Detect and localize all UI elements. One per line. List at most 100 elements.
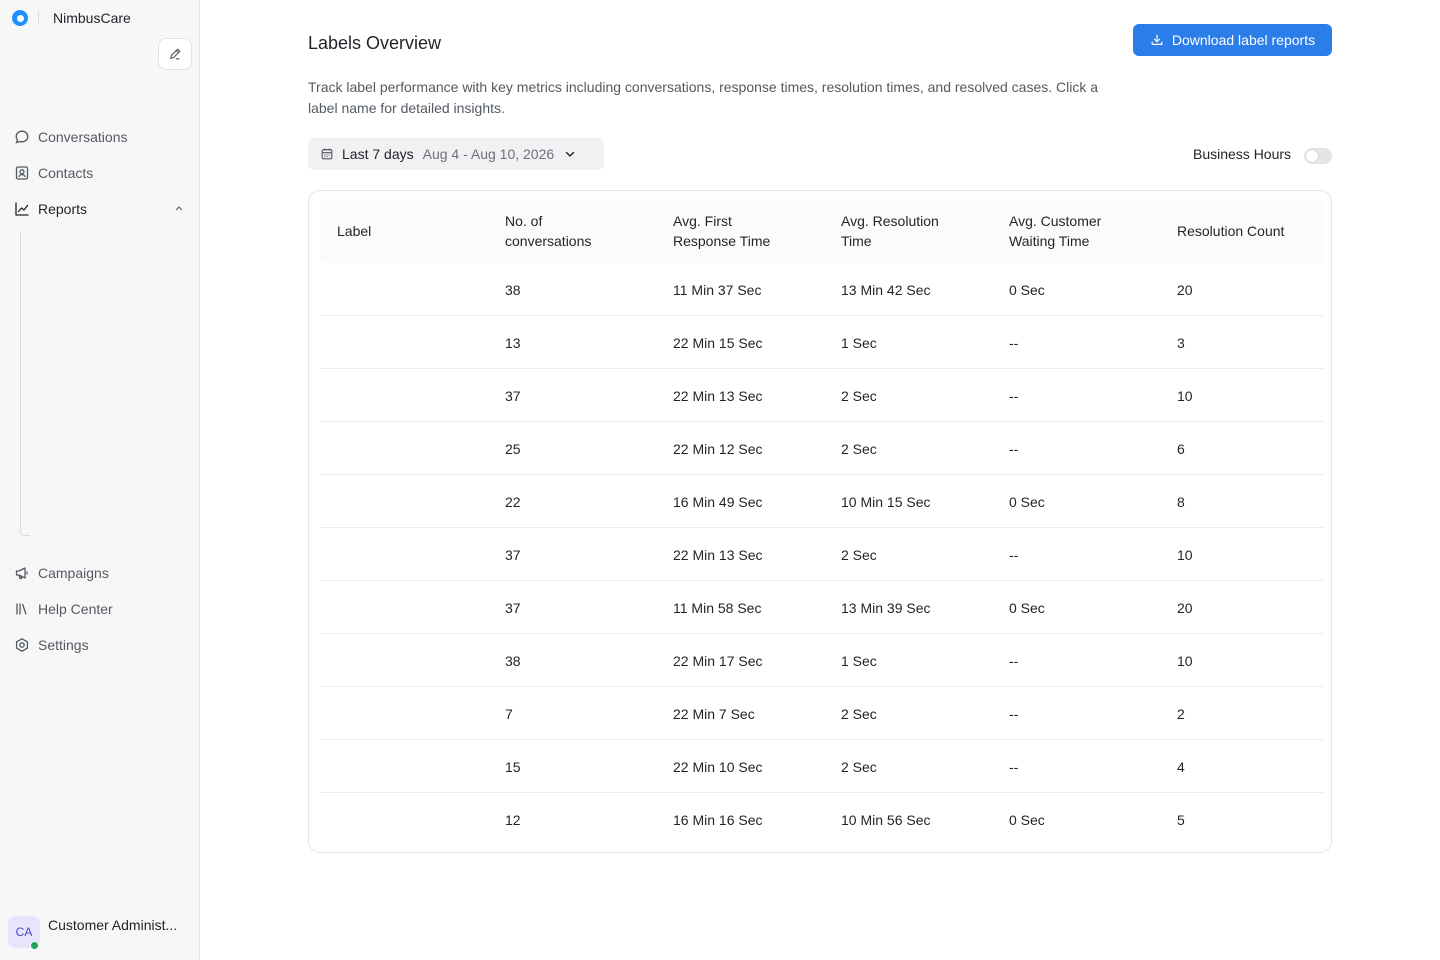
cell-resolution-time: 10 Min 15 Sec (841, 494, 931, 510)
table-row[interactable]: 37 11 Min 58 Sec 13 Min 39 Sec 0 Sec 20 (320, 581, 1324, 634)
cell-resolution-time: 2 Sec (841, 706, 877, 722)
labels-table: Label No. of conversations Avg. First Resp… (308, 190, 1332, 853)
column-header-label[interactable]: Label (337, 221, 371, 241)
compose-button[interactable] (158, 38, 192, 70)
cell-waiting-time: 0 Sec (1009, 282, 1045, 298)
cell-waiting-time: -- (1009, 653, 1019, 669)
chat-bubble-icon (14, 129, 30, 145)
sidebar-item-conversations[interactable]: Conversations (14, 127, 128, 147)
cell-conversations: 37 (505, 388, 521, 404)
sidebar-item-contacts[interactable]: Contacts (14, 163, 93, 183)
cell-waiting-time: -- (1009, 441, 1019, 457)
table-row[interactable]: 15 22 Min 10 Sec 2 Sec -- 4 (320, 740, 1324, 793)
table-row[interactable]: 38 22 Min 17 Sec 1 Sec -- 10 (320, 634, 1324, 687)
cell-waiting-time: 0 Sec (1009, 600, 1045, 616)
cell-conversations: 37 (505, 547, 521, 563)
cell-first-response: 22 Min 17 Sec (673, 653, 763, 669)
page-description: Track label performance with key metrics… (308, 79, 1099, 116)
cell-first-response: 11 Min 58 Sec (673, 600, 762, 616)
download-label-reports-button[interactable]: Download label reports (1133, 24, 1332, 56)
cell-waiting-time: 0 Sec (1009, 494, 1045, 510)
cell-resolution-time: 1 Sec (841, 335, 877, 351)
cell-resolution-time: 2 Sec (841, 759, 877, 775)
table-row[interactable]: 22 16 Min 49 Sec 10 Min 15 Sec 0 Sec 8 (320, 475, 1324, 528)
user-menu[interactable]: CA Customer Administ... (8, 916, 178, 950)
reports-subnav-tree (20, 232, 30, 536)
table-row[interactable]: 13 22 Min 15 Sec 1 Sec -- 3 (320, 316, 1324, 369)
cell-conversations: 25 (505, 441, 521, 457)
library-icon (14, 601, 30, 617)
business-hours-toggle[interactable] (1304, 148, 1332, 164)
sidebar-item-label: Conversations (38, 129, 128, 145)
sidebar-item-reports[interactable]: Reports (14, 199, 87, 219)
sidebar-item-settings[interactable]: Settings (14, 635, 89, 655)
cell-conversations: 22 (505, 494, 521, 510)
cell-resolution-count: 20 (1177, 600, 1193, 616)
pencil-icon (170, 48, 181, 60)
column-header-first-response[interactable]: Avg. First Response Time (673, 211, 770, 251)
cell-waiting-time: -- (1009, 759, 1019, 775)
table-row[interactable]: 38 11 Min 37 Sec 13 Min 42 Sec 0 Sec 20 (320, 263, 1324, 316)
cell-first-response: 22 Min 10 Sec (673, 759, 763, 775)
table-row[interactable]: 37 22 Min 13 Sec 2 Sec -- 10 (320, 369, 1324, 422)
cell-waiting-time: -- (1009, 388, 1019, 404)
cell-conversations: 38 (505, 282, 521, 298)
cell-first-response: 22 Min 15 Sec (673, 335, 763, 351)
contact-card-icon (14, 165, 30, 181)
table-header: Label No. of conversations Avg. First Resp… (320, 199, 1324, 263)
brand-logo-icon (12, 10, 28, 26)
cell-resolution-count: 2 (1177, 706, 1185, 722)
cell-first-response: 22 Min 7 Sec (673, 706, 755, 722)
brand-name: NimbusCare (53, 10, 131, 26)
table-row[interactable]: 25 22 Min 12 Sec 2 Sec -- 6 (320, 422, 1324, 475)
column-header-conversations[interactable]: No. of conversations (505, 211, 591, 251)
avatar: CA (8, 916, 40, 950)
cell-resolution-time: 2 Sec (841, 388, 877, 404)
column-header-waiting-time[interactable]: Avg. Customer Waiting Time (1009, 211, 1101, 251)
sidebar-item-label: Settings (38, 637, 89, 653)
column-header-resolution-count[interactable]: Resolution Count (1177, 221, 1284, 241)
sidebar-item-label: Reports (38, 201, 88, 217)
line-chart-icon (14, 201, 30, 217)
cell-resolution-time: 13 Min 39 Sec (841, 600, 931, 616)
sidebar-item-label: Help Center (38, 601, 113, 617)
brand[interactable]: NimbusCare (12, 9, 131, 27)
chevron-up-icon[interactable] (174, 203, 184, 213)
avatar-initials: CA (15, 925, 33, 939)
table-row[interactable]: 7 22 Min 7 Sec 2 Sec -- 2 (320, 687, 1324, 740)
page-title: Labels Overview (308, 33, 442, 53)
brand-divider (38, 11, 39, 25)
cell-resolution-time: 13 Min 42 Sec (841, 282, 931, 298)
cell-first-response: 16 Min 16 Sec (673, 812, 763, 828)
cell-conversations: 37 (505, 600, 521, 616)
cell-conversations: 12 (505, 812, 521, 828)
cell-conversations: 13 (505, 335, 521, 351)
range-label: Last 7 days (342, 146, 414, 162)
column-header-resolution-time[interactable]: Avg. Resolution Time (841, 211, 939, 251)
cell-resolution-time: 2 Sec (841, 441, 877, 457)
cell-first-response: 22 Min 13 Sec (673, 388, 763, 404)
download-icon (1151, 34, 1163, 45)
cell-resolution-count: 20 (1177, 282, 1193, 298)
cell-conversations: 38 (505, 653, 521, 669)
cell-conversations: 15 (505, 759, 521, 775)
table-row[interactable]: 37 22 Min 13 Sec 2 Sec -- 10 (320, 528, 1324, 581)
cell-resolution-count: 10 (1177, 388, 1193, 404)
cell-resolution-time: 1 Sec (841, 653, 877, 669)
user-name: Customer Administ... (48, 916, 178, 933)
cell-waiting-time: -- (1009, 335, 1019, 351)
sidebar-item-campaigns[interactable]: Campaigns (14, 563, 109, 583)
table-row[interactable]: 12 16 Min 16 Sec 10 Min 56 Sec 0 Sec 5 (320, 793, 1324, 846)
cell-resolution-time: 10 Min 56 Sec (841, 812, 931, 828)
cell-waiting-time: 0 Sec (1009, 812, 1045, 828)
gear-icon (14, 637, 30, 653)
calendar-icon (321, 148, 333, 160)
date-range-selector[interactable]: Last 7 days Aug 4 - Aug 10, 2026 (308, 138, 604, 170)
range-dates: Aug 4 - Aug 10, 2026 (422, 146, 555, 162)
cell-waiting-time: -- (1009, 547, 1019, 563)
sidebar-item-help-center[interactable]: Help Center (14, 599, 113, 619)
cell-resolution-count: 10 (1177, 547, 1193, 563)
cell-first-response: 11 Min 37 Sec (673, 282, 762, 298)
cell-conversations: 7 (505, 706, 513, 722)
cell-resolution-count: 3 (1177, 335, 1185, 351)
